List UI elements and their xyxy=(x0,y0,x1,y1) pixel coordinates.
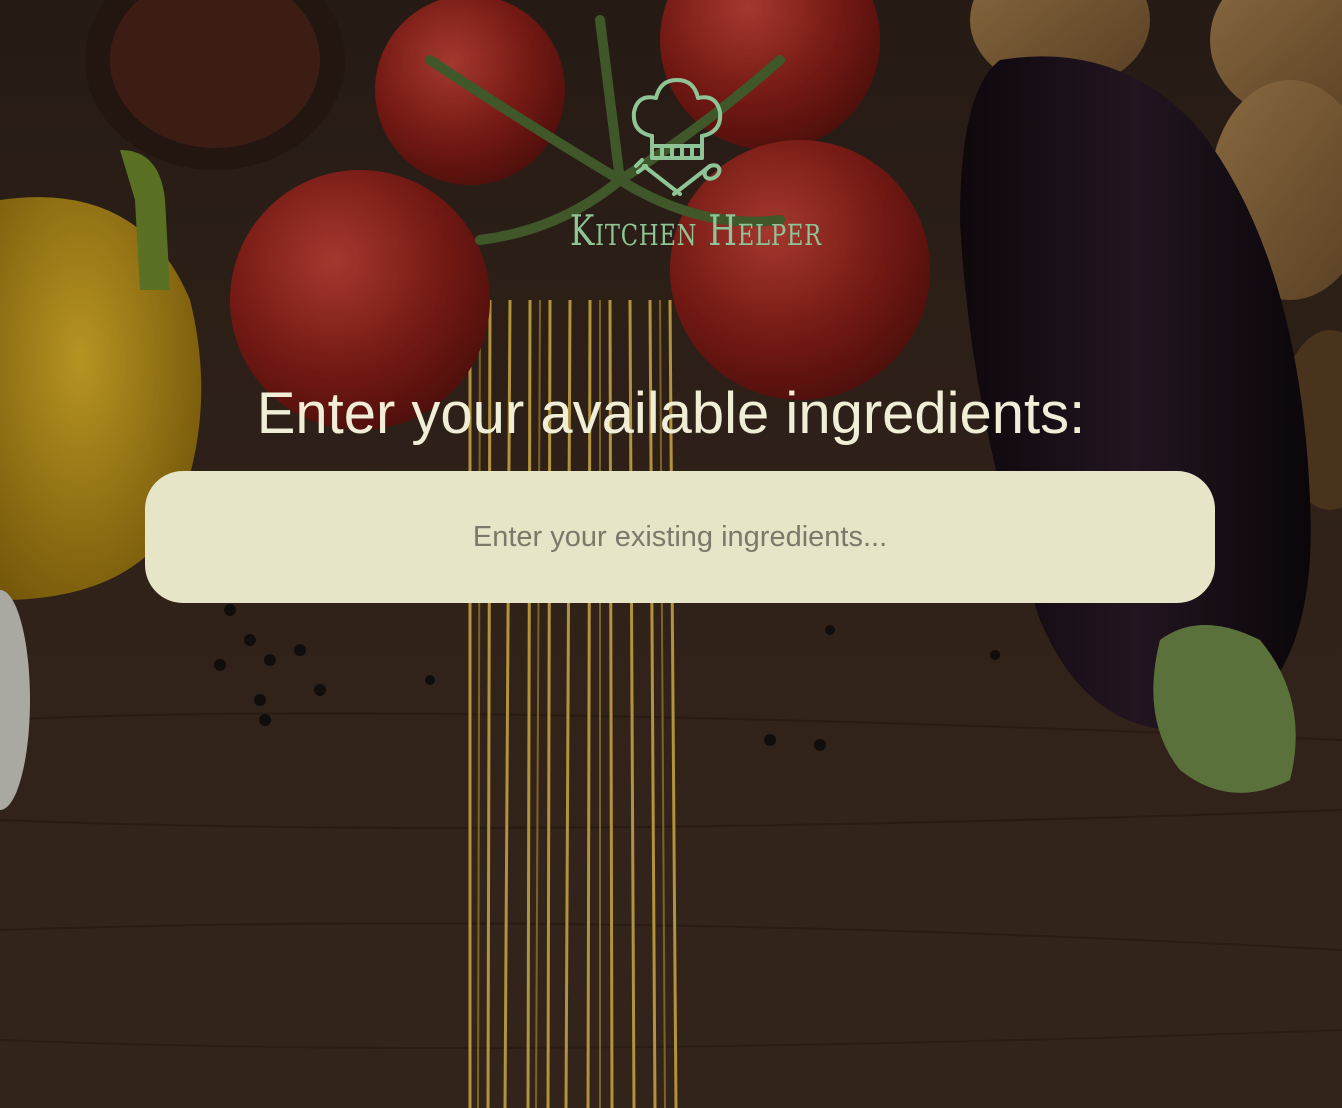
ingredient-input[interactable] xyxy=(228,519,1132,555)
ingredient-search-box[interactable] xyxy=(145,471,1215,603)
brand-name: Kitchen Helper xyxy=(569,206,822,255)
app-logo[interactable]: Kitchen Helper xyxy=(540,70,822,270)
page-heading: Enter your available ingredients: xyxy=(256,381,1086,446)
chef-hat-utensils-icon xyxy=(631,78,723,196)
